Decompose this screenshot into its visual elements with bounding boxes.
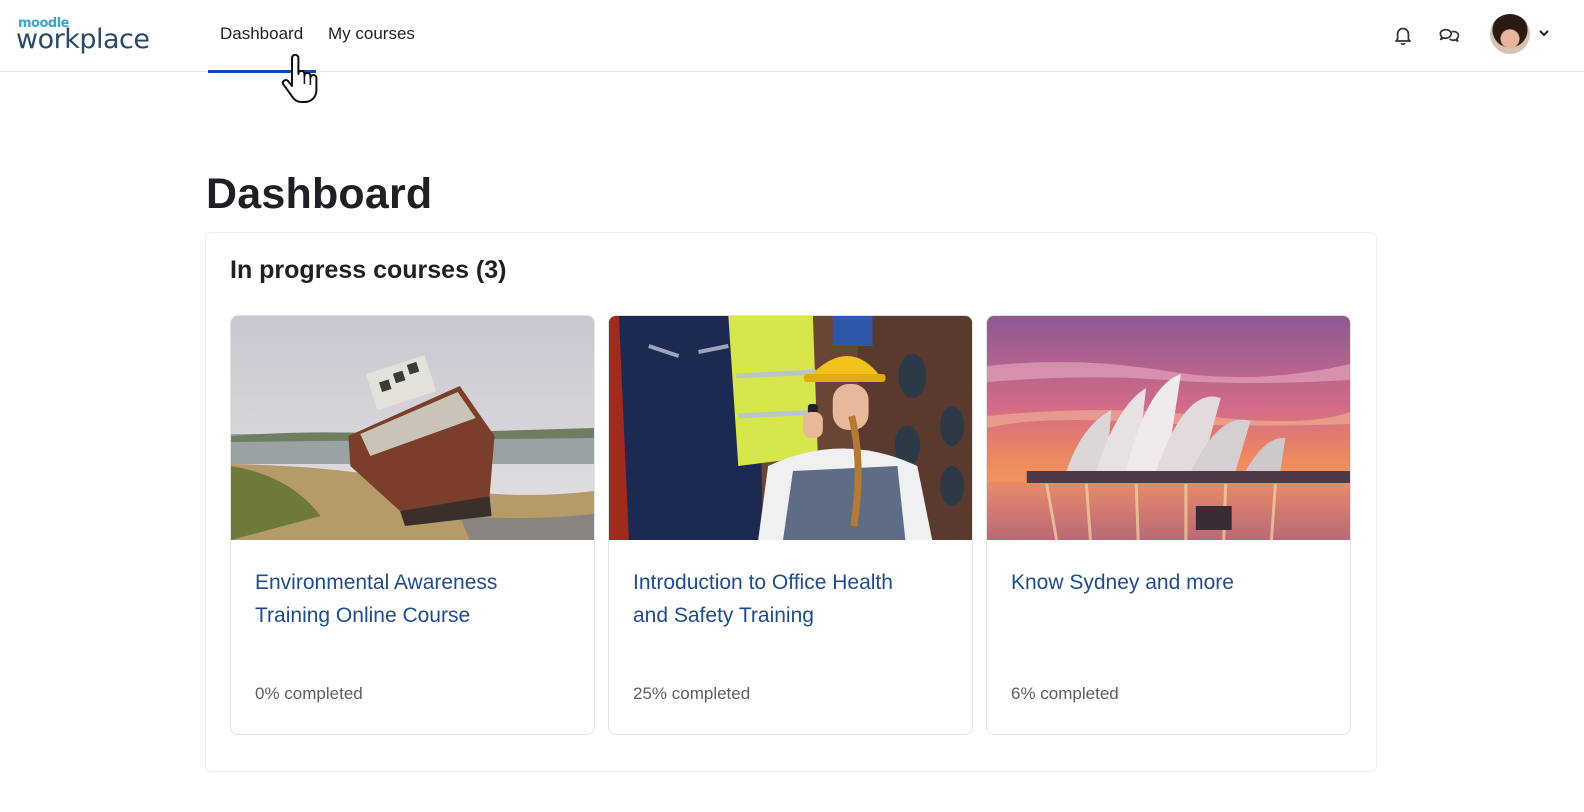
course-image-sydney-opera-house[interactable] bbox=[987, 316, 1350, 540]
nav-my-courses-tab[interactable]: My courses bbox=[328, 24, 415, 72]
user-avatar[interactable] bbox=[1490, 14, 1530, 54]
chat-icon[interactable] bbox=[1436, 22, 1462, 48]
course-title-link[interactable]: Know Sydney and more bbox=[1011, 566, 1311, 599]
block-title: In progress courses (3) bbox=[230, 256, 507, 284]
chevron-down-icon[interactable] bbox=[1537, 26, 1551, 40]
course-card[interactable]: Know Sydney and more 6% completed bbox=[986, 315, 1351, 735]
bell-icon[interactable] bbox=[1390, 22, 1416, 48]
course-image-safety-worker[interactable] bbox=[609, 316, 972, 540]
course-card[interactable]: Environmental Awareness Training Online … bbox=[230, 315, 595, 735]
logo-main-text: workplace bbox=[16, 24, 150, 55]
course-title-link[interactable]: Environmental Awareness Training Online … bbox=[255, 566, 555, 632]
course-image-shipwreck[interactable] bbox=[231, 316, 594, 540]
course-title-link[interactable]: Introduction to Office Health and Safety… bbox=[633, 566, 933, 632]
top-navbar: moodle workplace Dashboard My courses bbox=[0, 0, 1584, 73]
course-progress-text: 6% completed bbox=[1011, 684, 1119, 703]
moodle-workplace-logo[interactable]: moodle workplace bbox=[16, 14, 166, 58]
page-title: Dashboard bbox=[206, 170, 433, 218]
course-card[interactable]: Introduction to Office Health and Safety… bbox=[608, 315, 973, 735]
hand-pointer-icon bbox=[280, 53, 320, 106]
course-progress-text: 0% completed bbox=[255, 684, 363, 703]
course-progress-text: 25% completed bbox=[633, 684, 751, 703]
